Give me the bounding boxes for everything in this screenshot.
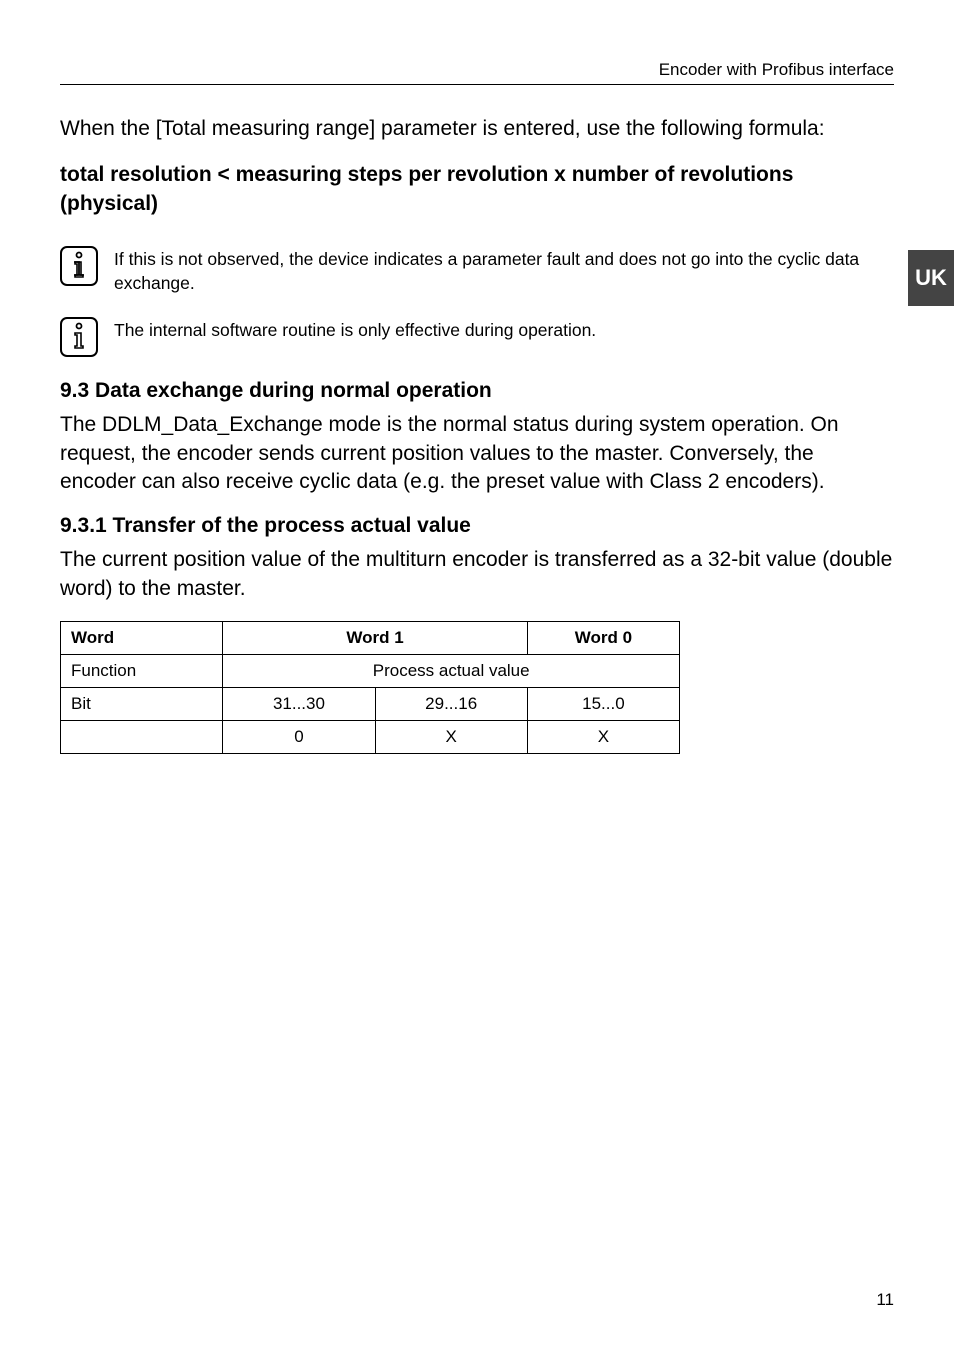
formula-text: total resolution < measuring steps per r… [60, 161, 894, 218]
table-cell-bit-29-16: 29...16 [375, 688, 527, 721]
table-cell-val-x2: X [527, 721, 679, 754]
info-icon [60, 246, 98, 286]
language-tab-uk: UK [908, 250, 954, 306]
body-9-3: The DDLM_Data_Exchange mode is the norma… [60, 411, 894, 496]
note-1-text: If this is not observed, the device indi… [114, 246, 894, 295]
table-header-word1: Word 1 [223, 622, 527, 655]
table-row: 0 X X [61, 721, 680, 754]
table-cell-val-0: 0 [223, 721, 375, 754]
page-header: Encoder with Profibus interface [60, 60, 894, 85]
process-value-table: Word Word 1 Word 0 Function Process actu… [60, 621, 680, 754]
info-icon [60, 317, 98, 357]
note-row-2: The internal software routine is only ef… [60, 317, 894, 357]
table-header-word: Word [61, 622, 223, 655]
page-number: 11 [876, 1290, 894, 1310]
table-cell-bit-15-0: 15...0 [527, 688, 679, 721]
heading-9-3-1: 9.3.1 Transfer of the process actual val… [60, 514, 894, 538]
table-cell-val-x1: X [375, 721, 527, 754]
table-header-word0: Word 0 [527, 622, 679, 655]
table-cell-bit-31-30: 31...30 [223, 688, 375, 721]
intro-paragraph: When the [Total measuring range] paramet… [60, 115, 894, 143]
table-cell-function-value: Process actual value [223, 655, 680, 688]
note-2-text: The internal software routine is only ef… [114, 317, 596, 343]
note-row-1: If this is not observed, the device indi… [60, 246, 894, 295]
table-cell-empty [61, 721, 223, 754]
body-9-3-1: The current position value of the multit… [60, 546, 894, 603]
table-cell-bit-label: Bit [61, 688, 223, 721]
table-row: Bit 31...30 29...16 15...0 [61, 688, 680, 721]
heading-9-3: 9.3 Data exchange during normal operatio… [60, 379, 894, 403]
table-row: Function Process actual value [61, 655, 680, 688]
table-row: Word Word 1 Word 0 [61, 622, 680, 655]
header-title: Encoder with Profibus interface [60, 60, 894, 80]
table-cell-function-label: Function [61, 655, 223, 688]
